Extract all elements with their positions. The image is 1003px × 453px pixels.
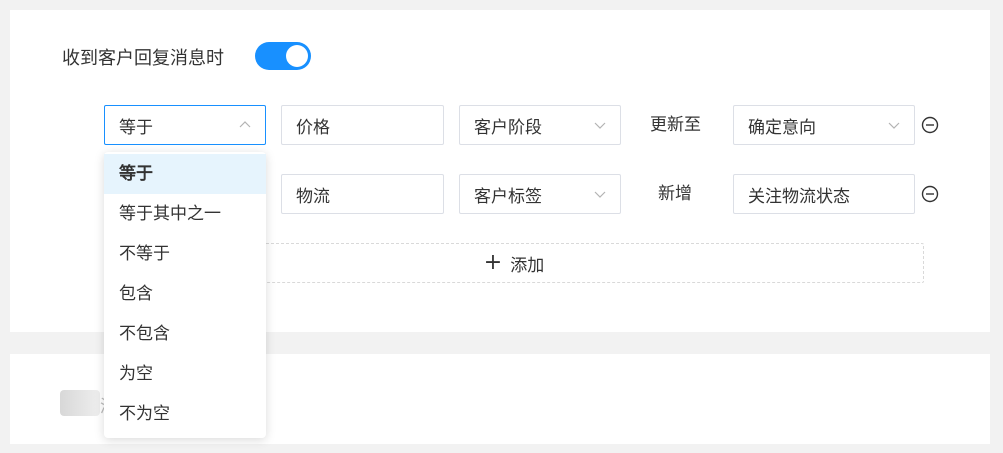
chevron-down-icon (594, 119, 606, 131)
trigger-label: 收到客户回复消息时 (62, 48, 224, 69)
dropdown-option[interactable]: 包含 (104, 274, 266, 314)
remove-circle-icon[interactable] (921, 116, 939, 134)
add-rule-label: 添加 (510, 255, 545, 276)
target-value-1: 确定意向 (748, 117, 816, 138)
keyword-value-2: 物流 (296, 186, 330, 207)
plus-icon: + (483, 250, 503, 275)
chevron-down-icon (888, 119, 900, 131)
target-select-1[interactable]: 确定意向 (733, 105, 915, 145)
dropdown-option[interactable]: 不等于 (104, 234, 266, 274)
target-value-2: 关注物流状态 (748, 186, 850, 207)
keyword-value-1: 价格 (296, 117, 330, 138)
field-select-2[interactable]: 客户标签 (459, 174, 621, 214)
blurred-placeholder (60, 390, 100, 416)
action-label-1: 更新至 (650, 115, 701, 135)
dropdown-option[interactable]: 为空 (104, 354, 266, 394)
action-label-2: 新增 (658, 184, 692, 204)
operator-value-1: 等于 (119, 117, 153, 138)
chevron-down-icon (594, 188, 606, 200)
dropdown-option[interactable]: 不包含 (104, 314, 266, 354)
target-input-2[interactable]: 关注物流状态 (733, 174, 915, 214)
dropdown-option[interactable]: 等于其中之一 (104, 194, 266, 234)
operator-select-1[interactable]: 等于 (104, 105, 266, 145)
chevron-up-icon (239, 119, 251, 131)
keyword-input-2[interactable]: 物流 (281, 174, 444, 214)
dropdown-option[interactable]: 等于 (104, 154, 266, 194)
remove-circle-icon[interactable] (921, 185, 939, 203)
keyword-input-1[interactable]: 价格 (281, 105, 444, 145)
operator-dropdown: 等于 等于其中之一 不等于 包含 不包含 为空 不为空 (104, 152, 266, 438)
trigger-toggle[interactable] (255, 42, 311, 70)
field-value-2: 客户标签 (474, 186, 542, 207)
toggle-knob (286, 45, 308, 67)
dropdown-option[interactable]: 不为空 (104, 394, 266, 434)
field-select-1[interactable]: 客户阶段 (459, 105, 621, 145)
field-value-1: 客户阶段 (474, 117, 542, 138)
